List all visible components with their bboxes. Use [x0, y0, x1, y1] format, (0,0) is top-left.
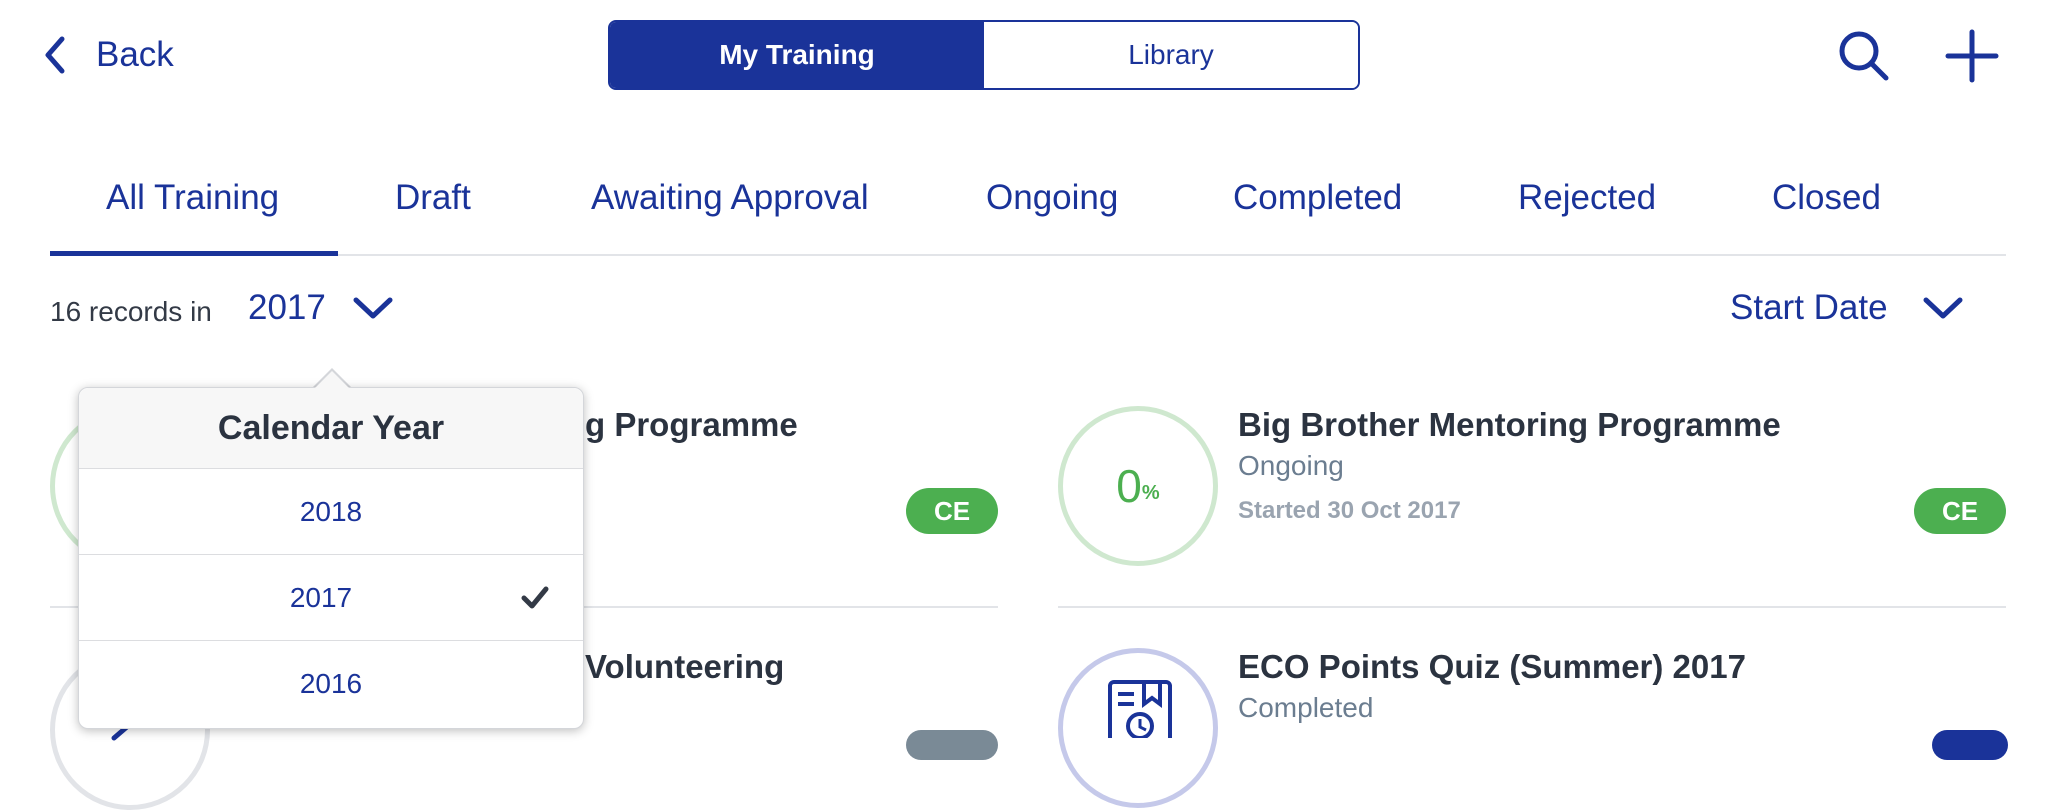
card-status: Completed — [1238, 692, 1374, 723]
progress-value: 0 — [1116, 460, 1142, 512]
tab-ongoing[interactable]: Ongoing — [986, 178, 1118, 218]
records-count: 16 records in — [50, 296, 212, 327]
year-option-2017[interactable]: 2017 — [79, 555, 583, 641]
view-segmented-control: My Training Library — [608, 20, 1360, 90]
card-status: Ongoing — [1238, 450, 1344, 481]
progress-unit: % — [1141, 481, 1160, 504]
tab-awaiting-approval[interactable]: Awaiting Approval — [591, 178, 869, 218]
card-title[interactable]: Big Brother Mentoring Programme — [1238, 406, 1781, 444]
tab-completed[interactable]: Completed — [1233, 178, 1402, 218]
popover-title: Calendar Year — [79, 388, 583, 469]
card-title[interactable]: Volunteering — [585, 648, 784, 686]
tab-all-training[interactable]: All Training — [106, 178, 279, 218]
checkmark-icon — [521, 586, 549, 609]
status-badge — [1932, 730, 2008, 760]
search-icon[interactable] — [1836, 28, 1892, 84]
tab-draft[interactable]: Draft — [395, 178, 471, 218]
card-start-date: Started 30 Oct 2017 — [1238, 497, 1461, 524]
card-title[interactable]: ECO Points Quiz (Summer) 2017 — [1238, 648, 1746, 686]
popover-arrow-fill — [314, 371, 350, 389]
tab-rejected[interactable]: Rejected — [1518, 178, 1656, 218]
chevron-left-icon — [45, 36, 65, 74]
year-option-2016[interactable]: 2016 — [79, 641, 583, 726]
year-value: 2017 — [248, 288, 326, 327]
progress-ring: 0 % — [1058, 406, 1218, 566]
year-option-2018[interactable]: 2018 — [79, 469, 583, 555]
year-selector[interactable]: 2017 — [248, 288, 394, 328]
status-badge — [906, 730, 998, 760]
card-divider — [1058, 606, 2006, 608]
back-label: Back — [96, 35, 174, 74]
sort-selector[interactable]: Start Date — [1730, 288, 1964, 328]
segment-library[interactable]: Library — [984, 22, 1358, 88]
card-title[interactable]: g Programme — [585, 406, 798, 444]
back-button[interactable]: Back — [42, 30, 174, 80]
year-option-label: 2016 — [299, 667, 363, 699]
plus-icon[interactable] — [1944, 28, 2000, 84]
sort-label: Start Date — [1730, 288, 1888, 327]
ce-badge: CE — [906, 488, 998, 534]
year-option-label: 2017 — [289, 581, 353, 613]
tab-closed[interactable]: Closed — [1772, 178, 1881, 218]
chevron-down-icon — [353, 297, 393, 319]
quiz-clock-icon — [1108, 680, 1172, 738]
year-option-label: 2018 — [299, 495, 363, 527]
ce-badge: CE — [1914, 488, 2006, 534]
segment-my-training[interactable]: My Training — [610, 22, 984, 88]
calendar-year-popover: Calendar Year 2018 2017 2016 — [78, 387, 584, 729]
active-tab-indicator — [50, 251, 338, 256]
status-tabs: All Training Draft Awaiting Approval Ong… — [50, 150, 2006, 256]
chevron-down-icon — [1923, 297, 1963, 319]
